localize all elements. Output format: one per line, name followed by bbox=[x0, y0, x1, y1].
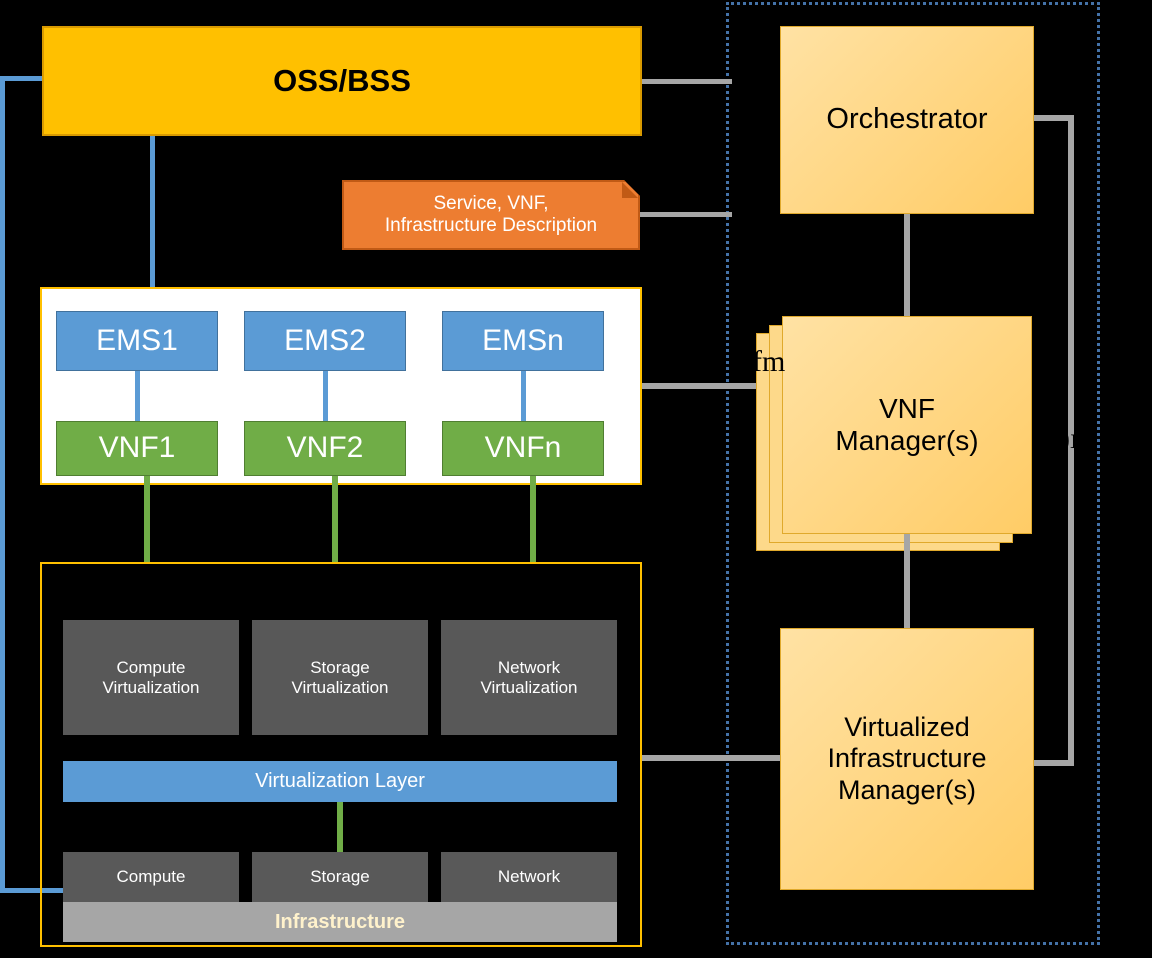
vnf-manager-box[interactable]: VNF Manager(s) bbox=[782, 316, 1032, 534]
connector-description-to-mano bbox=[640, 212, 732, 217]
vnf-1-label: VNF1 bbox=[98, 431, 176, 465]
connector-ossbss-to-ems bbox=[150, 136, 155, 288]
connector-emsn-vnfn bbox=[521, 371, 526, 421]
connector-vnf-manager-to-vim bbox=[904, 534, 910, 630]
ems-box-n[interactable]: EMSn bbox=[442, 311, 604, 371]
connector-vnf2-to-nfvi bbox=[332, 476, 338, 564]
connector-virtlayer-to-hardware bbox=[337, 802, 343, 852]
network-virtualization-line1: Network bbox=[497, 657, 561, 677]
compute-virtualization-line2: Virtualization bbox=[102, 677, 200, 697]
storage-virtualization-box[interactable]: Storage Virtualization bbox=[252, 620, 428, 735]
connector-orchestrator-to-vnf-manager bbox=[904, 214, 910, 318]
vnf-2-label: VNF2 bbox=[286, 431, 364, 465]
connector-vnfn-to-nfvi bbox=[530, 476, 536, 564]
vim-box[interactable]: Virtualized Infrastructure Manager(s) bbox=[780, 628, 1034, 890]
or-vi-label-text: )ı bbox=[1060, 422, 1079, 455]
ve-vnfm-label-text: fm bbox=[752, 345, 786, 378]
connector-ossbss-to-mano bbox=[642, 79, 732, 84]
network-virtualization-box[interactable]: Network Virtualization bbox=[441, 620, 617, 735]
ems-n-label: EMSn bbox=[482, 323, 564, 357]
vnf-manager-line1: VNF bbox=[879, 392, 935, 424]
orchestrator-box[interactable]: Orchestrator bbox=[780, 26, 1034, 214]
ems-box-2[interactable]: EMS2 bbox=[244, 311, 406, 371]
hardware-storage-box[interactable]: Storage bbox=[252, 852, 428, 902]
network-virtualization-line2: Virtualization bbox=[480, 677, 578, 697]
description-line1: Service, VNF, bbox=[433, 193, 549, 215]
storage-virtualization-line2: Virtualization bbox=[291, 677, 389, 697]
vim-line3: Manager(s) bbox=[837, 774, 977, 805]
connector-ossbss-left-horizontal bbox=[0, 76, 44, 81]
oss-bss-label: OSS/BSS bbox=[273, 63, 411, 99]
description-line2: Infrastructure Description bbox=[384, 215, 598, 236]
vnf-box-2[interactable]: VNF2 bbox=[244, 421, 406, 476]
virtualization-layer-label: Virtualization Layer bbox=[255, 770, 425, 792]
connector-left-vertical-bus bbox=[0, 76, 5, 893]
vnf-box-n[interactable]: VNFn bbox=[442, 421, 604, 476]
connector-ems2-vnf2 bbox=[323, 371, 328, 421]
folded-corner-icon bbox=[622, 182, 638, 198]
connector-orvi-bottom-horizontal bbox=[1034, 760, 1074, 766]
virtualization-layer-bar[interactable]: Virtualization Layer bbox=[63, 761, 617, 802]
ve-vnfm-clipped-label: fm bbox=[752, 345, 802, 385]
service-vnf-infrastructure-description-box[interactable]: Service, VNF, Infrastructure Description bbox=[342, 180, 640, 250]
compute-virtualization-box[interactable]: Compute Virtualization bbox=[63, 620, 239, 735]
ems-1-label: EMS1 bbox=[96, 323, 178, 357]
hardware-compute-box[interactable]: Compute bbox=[63, 852, 239, 902]
orchestrator-label: Orchestrator bbox=[826, 103, 988, 136]
infrastructure-bar[interactable]: Infrastructure bbox=[63, 902, 617, 942]
vnf-n-label: VNFn bbox=[484, 431, 562, 465]
nfv-architecture-diagram: OSS/BSS Service, VNF, Infrastructure Des… bbox=[0, 0, 1152, 958]
ems-box-1[interactable]: EMS1 bbox=[56, 311, 218, 371]
or-vi-clipped-label: )ı bbox=[1060, 422, 1086, 462]
oss-bss-box[interactable]: OSS/BSS bbox=[42, 26, 642, 136]
connector-ems1-vnf1 bbox=[135, 371, 140, 421]
connector-vnf1-to-nfvi bbox=[144, 476, 150, 564]
vim-line2: Infrastructure bbox=[827, 743, 987, 774]
vim-line1: Virtualized bbox=[844, 712, 970, 743]
compute-virtualization-line1: Compute bbox=[116, 657, 186, 677]
vnf-box-1[interactable]: VNF1 bbox=[56, 421, 218, 476]
hardware-storage-label: Storage bbox=[310, 867, 370, 887]
storage-virtualization-line1: Storage bbox=[310, 657, 370, 677]
hardware-network-label: Network bbox=[497, 867, 561, 887]
hardware-network-box[interactable]: Network bbox=[441, 852, 617, 902]
connector-nfvi-to-vim bbox=[642, 755, 784, 761]
infrastructure-label: Infrastructure bbox=[274, 910, 406, 933]
vnf-manager-line2: Manager(s) bbox=[835, 425, 979, 456]
ems-2-label: EMS2 bbox=[284, 323, 366, 357]
hardware-compute-label: Compute bbox=[116, 867, 186, 887]
